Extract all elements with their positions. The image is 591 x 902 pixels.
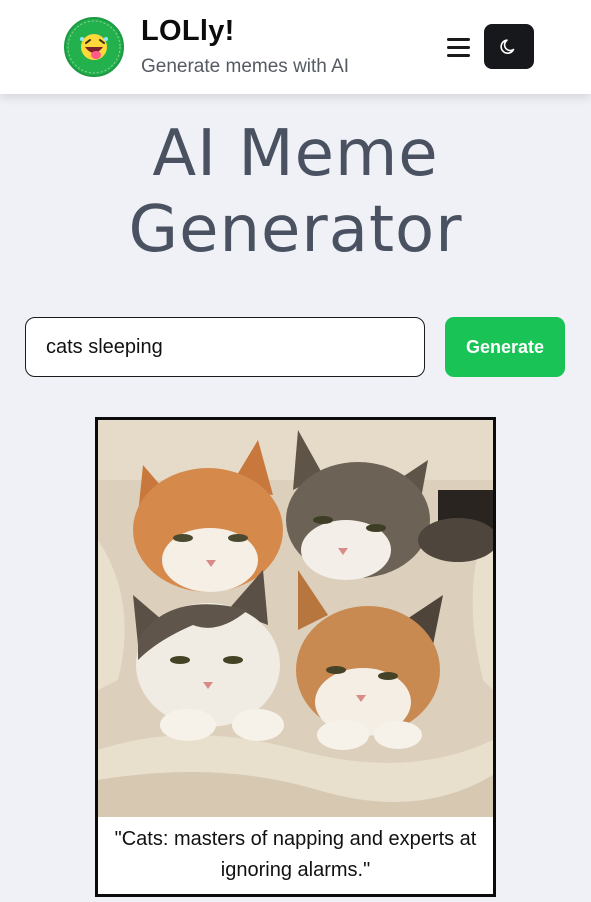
meme-card: "Cats: masters of napping and experts at… [95, 417, 496, 897]
meme-image [98, 420, 493, 817]
meme-caption: "Cats: masters of napping and experts at… [114, 828, 477, 881]
generate-button[interactable]: Generate [445, 317, 565, 377]
title-line-2: Generator [128, 193, 463, 267]
hamburger-menu-icon[interactable] [443, 32, 475, 62]
title-line-1: AI Meme [152, 117, 439, 191]
laughing-face-logo[interactable] [64, 17, 124, 77]
meme-prompt-input[interactable] [25, 317, 425, 377]
app-tagline: Generate memes with AI [141, 56, 350, 77]
app-name: LOLly! [141, 15, 235, 47]
theme-toggle-button[interactable] [484, 24, 534, 69]
moon-icon [500, 39, 515, 54]
app-header: LOLly! Generate memes with AI [0, 0, 591, 94]
page-title: AI Meme Generator [0, 116, 591, 268]
